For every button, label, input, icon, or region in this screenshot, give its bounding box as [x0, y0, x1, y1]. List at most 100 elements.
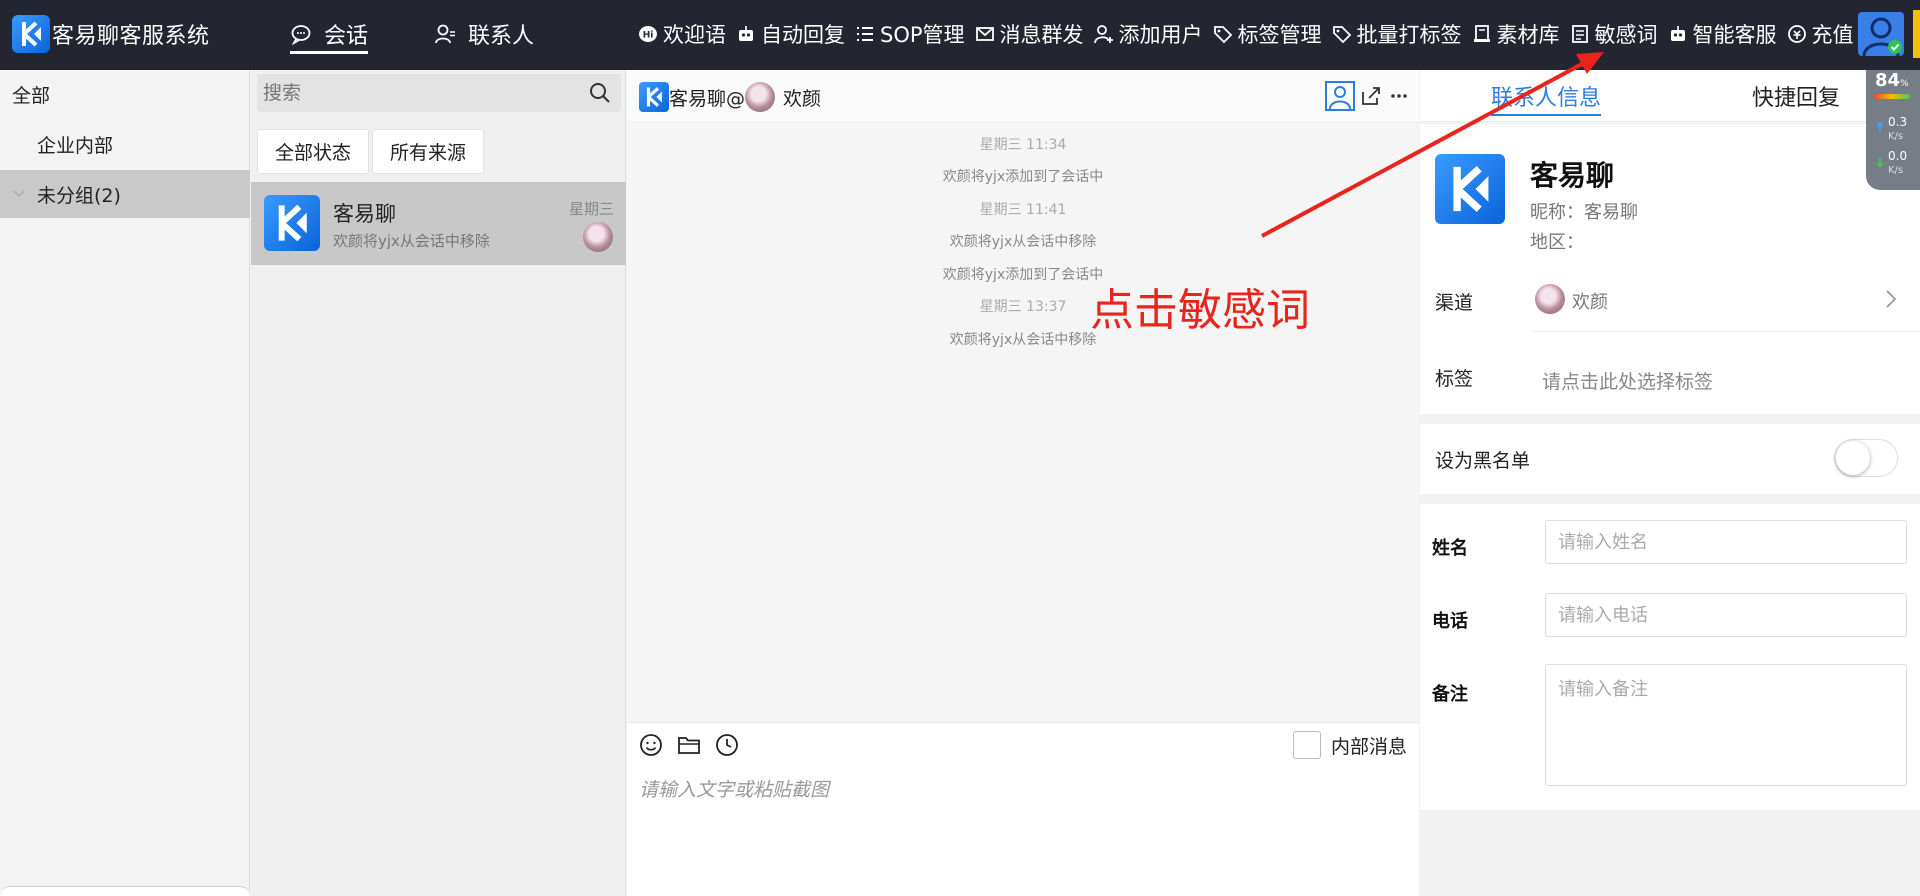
profile-region: 地区：: [1530, 232, 1584, 253]
system-message: 欢颜将yjx添加到了会话中: [942, 169, 1104, 185]
menu-smart-service[interactable]: 智能客服: [1668, 19, 1777, 49]
download-unit: K/s: [1888, 165, 1904, 176]
tab-contacts[interactable]: 联系人: [434, 16, 534, 52]
tab-sessions[interactable]: 会话: [290, 16, 369, 54]
phone-field[interactable]: [1545, 593, 1907, 637]
search-icon[interactable]: [589, 82, 611, 104]
chevron-down-icon: [13, 190, 25, 198]
message-area: 星期三 11:34 欢颜将yjx添加到了会话中 星期三 11:41 欢颜将yjx…: [627, 124, 1419, 714]
group-ungrouped-label: 未分组(2): [37, 184, 121, 207]
right-tabs: 联系人信息 快捷回复: [1420, 70, 1920, 122]
tag-icon: [1332, 24, 1352, 44]
menu-sop[interactable]: SOP管理: [855, 19, 965, 49]
app-logo-icon: [12, 15, 50, 53]
more-icon[interactable]: [1389, 86, 1409, 106]
group-ungrouped[interactable]: 未分组(2): [0, 170, 250, 218]
conversation-preview: 欢颜将yjx从会话中移除: [333, 232, 490, 250]
internal-message-toggle[interactable]: 内部消息: [1292, 731, 1407, 759]
upload-arrow-icon: [1876, 122, 1884, 133]
search-input[interactable]: [257, 82, 577, 104]
name-field[interactable]: [1545, 520, 1907, 564]
menu-tag-manage[interactable]: 标签管理: [1213, 19, 1322, 49]
word-icon: [1570, 24, 1590, 44]
menu-library[interactable]: 素材库: [1472, 19, 1560, 49]
internal-message-checkbox[interactable]: [1292, 731, 1321, 759]
user-avatar[interactable]: [1858, 12, 1904, 56]
hi-icon: Hi: [638, 24, 658, 44]
menu-sensitive-words[interactable]: 敏感词: [1570, 19, 1658, 49]
tags-select[interactable]: 请点击此处选择标签: [1542, 367, 1713, 394]
menu-sensitive-words-label: 敏感词: [1594, 23, 1658, 47]
channel-avatar: [1535, 284, 1565, 314]
robot-icon: [1668, 24, 1688, 44]
menu-welcome[interactable]: Hi 欢迎语: [638, 19, 726, 49]
clock-icon[interactable]: [715, 733, 739, 757]
conversation-logo-icon: [264, 195, 320, 251]
menu-add-user[interactable]: 添加用户: [1093, 19, 1203, 49]
menu-recharge[interactable]: 充值: [1787, 19, 1854, 49]
toggle-knob: [1836, 441, 1870, 475]
chat-header-actions: [1325, 81, 1409, 111]
note-field[interactable]: [1545, 664, 1907, 786]
message-composer: 内部消息: [627, 722, 1419, 896]
chat-title: 客易聊@ 欢颜: [639, 82, 821, 112]
upload-unit: K/s: [1888, 131, 1904, 142]
library-icon: [1472, 24, 1492, 44]
channel-value: 欢颜: [1572, 292, 1608, 313]
group-all[interactable]: 全部: [0, 70, 250, 118]
member-icon[interactable]: [1325, 81, 1355, 111]
menu-broadcast-label: 消息群发: [999, 23, 1084, 47]
blacklist-toggle[interactable]: [1834, 439, 1898, 477]
svg-text:Hi: Hi: [643, 31, 654, 41]
conversation-item[interactable]: 客易聊 欢颜将yjx从会话中移除 星期三: [251, 182, 626, 265]
chat-bubble-icon: [291, 25, 311, 45]
group-all-label: 全部: [12, 84, 51, 107]
menu-batch-tag[interactable]: 批量打标签: [1332, 19, 1462, 49]
tab-contacts-label: 联系人: [468, 24, 535, 49]
message-input[interactable]: [639, 775, 1407, 885]
upload-speed: 0.3: [1888, 115, 1908, 129]
menu-recharge-label: 充值: [1811, 23, 1854, 47]
profile-nickname: 昵称：客易聊: [1530, 202, 1638, 223]
tag-icon: [1213, 24, 1233, 44]
annotation-text: 点击敏感词: [1090, 285, 1310, 336]
profile-name: 客易聊: [1530, 159, 1615, 192]
chat-contact-avatar: [745, 82, 776, 112]
filter-source-label: 所有来源: [389, 142, 466, 164]
chat-title-contact: 欢颜: [783, 87, 822, 110]
top-bar: 客易聊客服系统 会话 联系人 Hi 欢迎语 自动回复 SOP管理 消息群发 添加…: [0, 0, 1920, 70]
chat-title-prefix: 客易聊@: [669, 87, 746, 110]
download-speed: 0.0: [1888, 149, 1908, 163]
menu-smart-service-label: 智能客服: [1692, 23, 1777, 47]
channel-row[interactable]: 渠道 欢颜: [1420, 270, 1920, 328]
top-menu: Hi 欢迎语 自动回复 SOP管理 消息群发 添加用户 标签管理 批量打标签 素…: [638, 17, 1864, 51]
tab-sessions-label: 会话: [324, 24, 369, 49]
message-timestamp: 星期三 11:41: [979, 202, 1067, 218]
internal-message-label: 内部消息: [1330, 735, 1407, 758]
group-internal-label: 企业内部: [37, 134, 114, 157]
share-icon[interactable]: [1359, 84, 1383, 108]
emoji-icon[interactable]: [639, 733, 663, 757]
profile-logo-icon: [1435, 154, 1505, 224]
tab-contact-info[interactable]: 联系人信息: [1491, 80, 1602, 116]
menu-broadcast[interactable]: 消息群发: [975, 19, 1084, 49]
app-title: 客易聊客服系统: [52, 24, 210, 49]
filter-status-label: 全部状态: [274, 142, 351, 164]
group-internal[interactable]: 企业内部: [0, 120, 250, 168]
menu-welcome-label: 欢迎语: [663, 23, 726, 47]
conversation-list-panel: 全部状态 所有来源 客易聊 欢颜将yjx从会话中移除 星期三: [251, 70, 626, 896]
folder-icon[interactable]: [677, 733, 701, 757]
contact-icon: [435, 24, 455, 44]
blacklist-card: 设为黑名单: [1420, 424, 1920, 494]
filter-source-button[interactable]: 所有来源: [372, 129, 484, 174]
menu-auto-reply[interactable]: 自动回复: [736, 19, 845, 49]
menu-add-user-label: 添加用户: [1118, 23, 1203, 47]
contact-form-card: 姓名 电话 备注: [1420, 504, 1920, 810]
blacklist-label: 设为黑名单: [1435, 450, 1531, 472]
divider: [1532, 331, 1920, 332]
tab-quick-reply[interactable]: 快捷回复: [1752, 80, 1840, 112]
message-timestamp: 星期三 11:34: [979, 137, 1067, 153]
battery-bar: [1874, 94, 1910, 99]
system-message: 欢颜将yjx从会话中移除: [949, 234, 1097, 250]
filter-status-button[interactable]: 全部状态: [257, 129, 369, 174]
